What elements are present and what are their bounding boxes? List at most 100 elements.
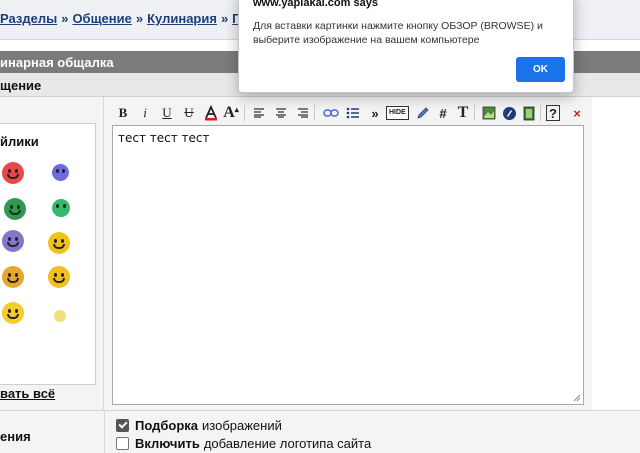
section-title: щение [0, 78, 42, 93]
underline-button[interactable]: U [158, 103, 176, 123]
eye [61, 239, 64, 243]
text-button[interactable]: T [454, 103, 472, 123]
breadcrumb-item-sections[interactable]: Разделы [0, 11, 57, 26]
align-right-icon [298, 108, 308, 118]
eye [54, 239, 57, 243]
resize-grip-icon[interactable] [573, 394, 581, 402]
help-button[interactable]: ? [546, 105, 560, 121]
mouth [53, 244, 65, 249]
smiley-panel-title: йлики [0, 134, 39, 149]
italic-button[interactable]: i [136, 103, 154, 123]
eye [15, 169, 18, 173]
align-center-icon [276, 108, 286, 118]
eye [8, 169, 11, 173]
film-icon [523, 106, 535, 120]
logo-checkbox[interactable] [116, 437, 129, 450]
hash-button[interactable]: # [434, 103, 452, 123]
eye [8, 273, 11, 277]
video-button[interactable] [520, 103, 538, 123]
option-label: добавление логотипа сайта [203, 436, 372, 451]
eye [8, 309, 11, 313]
smiley-cheering-icon[interactable] [48, 266, 70, 288]
mouth [7, 314, 19, 319]
breadcrumb-separator: » [135, 11, 144, 26]
compass-icon [502, 106, 516, 120]
bold-button[interactable]: B [114, 103, 132, 123]
list-button[interactable] [344, 103, 362, 123]
image-gallery-checkbox[interactable] [116, 419, 129, 432]
ok-button[interactable]: OK [516, 57, 565, 82]
pencil-icon [417, 107, 429, 119]
eye [61, 273, 64, 277]
edit-button[interactable] [414, 103, 432, 123]
font-size-arrow-icon: ▴ [234, 104, 239, 114]
forum-title: инарная общалка [0, 55, 114, 70]
eye [56, 169, 59, 173]
smiley-star-icon[interactable] [54, 310, 66, 322]
eye [15, 237, 18, 241]
options-divider [104, 411, 105, 453]
eye [62, 169, 65, 173]
dialog-title: www.yaplakal.com says [253, 0, 378, 9]
mouth [9, 210, 21, 215]
eye [63, 204, 66, 208]
smiley-clapping-icon[interactable] [2, 266, 24, 288]
font-size-button[interactable]: A ▴ [222, 103, 240, 123]
mouth [53, 278, 65, 283]
options-label: ения [0, 429, 31, 444]
eye [54, 273, 57, 277]
option-logo[interactable]: Включить добавление логотипа сайта [116, 436, 371, 451]
breadcrumb-item-cooking[interactable]: Кулинария [147, 11, 217, 26]
breadcrumb-item-general[interactable]: Общение [72, 11, 131, 26]
flash-button[interactable] [500, 103, 518, 123]
alert-dialog: www.yaplakal.com says Для вставки картин… [238, 0, 574, 93]
list-icon [346, 107, 359, 119]
option-label: изображений [202, 418, 282, 433]
smiley-heart-icon[interactable] [2, 162, 24, 184]
align-left-button[interactable] [250, 103, 268, 123]
eye [8, 237, 11, 241]
hide-button[interactable]: HIDE [386, 106, 409, 120]
strikethrough-button[interactable]: U [180, 103, 198, 123]
breadcrumb-separator: » [220, 11, 229, 26]
option-bold-label: Включить [135, 436, 200, 451]
mouth [7, 174, 19, 179]
font-color-button[interactable] [202, 103, 220, 123]
breadcrumb-separator: » [61, 11, 69, 26]
toolbar-divider [314, 105, 315, 121]
mouth [7, 242, 19, 247]
editor-area: B i U U A ▴ » HIDE # T ? × тест тест тес… [104, 97, 592, 410]
smiley-panel: йлики вать всё [0, 123, 96, 401]
eye [56, 204, 59, 208]
toolbar-divider [244, 105, 245, 121]
link-button[interactable] [322, 103, 340, 123]
option-image-gallery[interactable]: Подборка изображений [116, 418, 282, 433]
image-icon [482, 106, 496, 120]
smiley-skater-icon[interactable] [4, 198, 26, 220]
smiley-laughing-icon[interactable] [2, 302, 24, 324]
toolbar-divider [474, 105, 475, 121]
page: Разделы» Общение» Кулинария» Г инарная обща… [0, 0, 640, 453]
quote-button[interactable]: » [366, 103, 384, 123]
font-color-icon [205, 105, 217, 121]
toolbar-divider [540, 105, 541, 121]
eye [17, 205, 20, 209]
options-row: ения Подборка изображений Включить добав… [0, 410, 640, 453]
mouth [7, 278, 19, 283]
smiley-green-icon[interactable] [52, 199, 70, 217]
option-bold-label: Подборка [135, 418, 199, 433]
smiley-waving-icon[interactable] [48, 232, 70, 254]
smiley-sad-icon[interactable] [52, 164, 69, 181]
message-textarea[interactable]: тест тест тест [112, 125, 584, 405]
insert-image-button[interactable] [480, 103, 498, 123]
show-all-smileys-link[interactable]: вать всё [0, 386, 55, 401]
close-icon[interactable]: × [568, 103, 586, 123]
dialog-message: Для вставки картинки нажмите кнопку ОБЗО… [253, 20, 543, 46]
message-text: тест тест тест [118, 131, 210, 145]
align-center-button[interactable] [272, 103, 290, 123]
eye [10, 205, 13, 209]
smiley-purple-icon[interactable] [2, 230, 24, 252]
font-size-label: A [223, 104, 235, 121]
align-right-button[interactable] [294, 103, 312, 123]
eye [15, 309, 18, 313]
